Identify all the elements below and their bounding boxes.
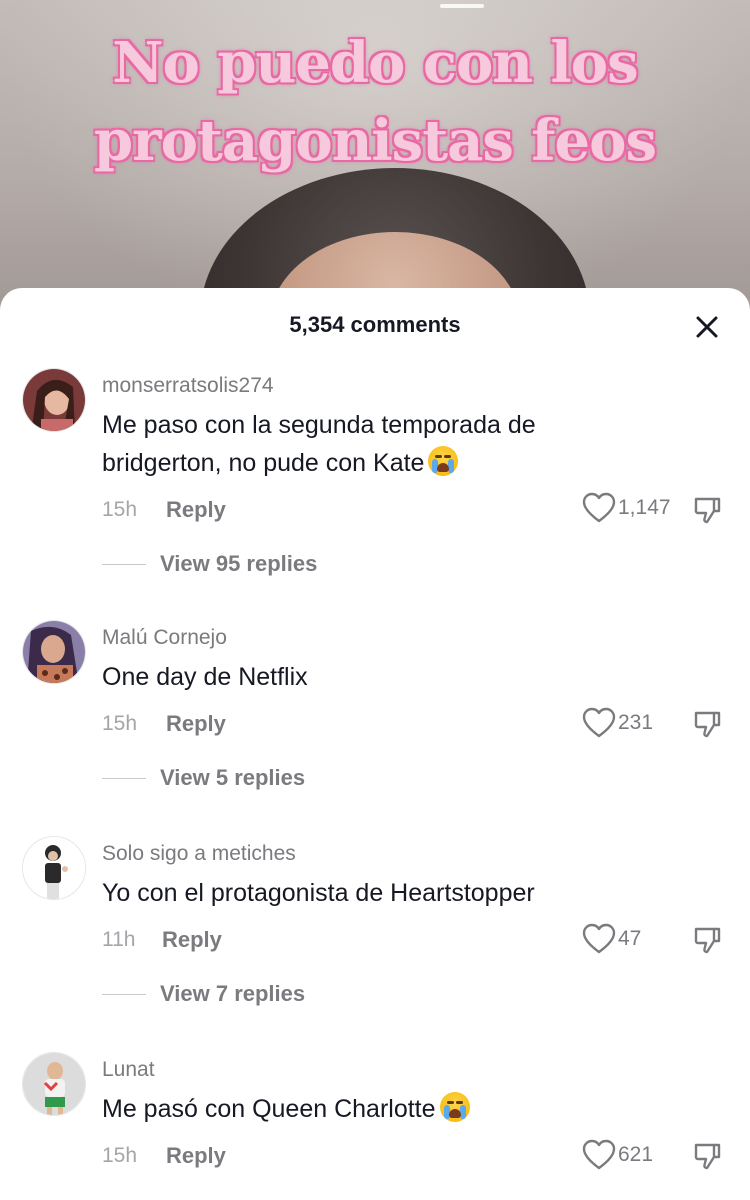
thumbs-down-icon bbox=[694, 497, 721, 524]
comment-time: 15h bbox=[102, 498, 138, 521]
comment-text-content: Me pasó con Queen Charlotte bbox=[102, 1095, 436, 1123]
like-button[interactable]: 621 bbox=[582, 1139, 653, 1171]
comments-count: 5,354 comments bbox=[289, 312, 461, 337]
video-caption-line-1: No puedo con los bbox=[112, 30, 638, 96]
dislike-button[interactable] bbox=[692, 495, 722, 525]
comment-username[interactable]: Malú Cornejo bbox=[102, 626, 227, 650]
avatar[interactable] bbox=[22, 620, 86, 684]
view-replies-label: View 95 replies bbox=[160, 551, 318, 576]
avatar[interactable] bbox=[22, 368, 86, 432]
heart-icon bbox=[582, 492, 616, 523]
dislike-button[interactable] bbox=[692, 1141, 722, 1171]
avatar-image bbox=[23, 369, 85, 431]
comment-text-content: One day de Netflix bbox=[102, 663, 308, 691]
like-count: 1,147 bbox=[618, 496, 671, 519]
close-button[interactable] bbox=[690, 310, 724, 344]
thumbs-down-icon bbox=[694, 1143, 721, 1170]
view-replies-button[interactable]: View 5 replies bbox=[102, 765, 305, 791]
comment-text: Yo con el protagonista de Heartstopper bbox=[102, 874, 662, 912]
view-replies-button[interactable]: View 95 replies bbox=[102, 551, 317, 577]
avatar[interactable] bbox=[22, 1052, 86, 1116]
avatar-image bbox=[23, 621, 85, 683]
heart-icon bbox=[582, 1139, 616, 1170]
comment-item: Lunat Me pasó con Queen Charlotte 15h Re… bbox=[0, 1052, 750, 1200]
avatar-image bbox=[23, 837, 85, 899]
view-replies-button[interactable]: View 7 replies bbox=[102, 981, 305, 1007]
comments-header: 5,354 comments bbox=[0, 288, 750, 362]
comment-text: One day de Netflix bbox=[102, 658, 662, 696]
comment-username[interactable]: monserratsolis274 bbox=[102, 374, 274, 398]
comment-username[interactable]: Lunat bbox=[102, 1058, 155, 1082]
reply-button[interactable]: Reply bbox=[166, 711, 226, 737]
comment-time: 11h bbox=[102, 928, 136, 951]
comment-time: 15h bbox=[102, 1144, 138, 1167]
divider bbox=[102, 777, 146, 779]
like-button[interactable]: 47 bbox=[582, 923, 641, 955]
loudly-crying-face-icon bbox=[439, 1092, 470, 1122]
avatar-image bbox=[23, 1053, 85, 1115]
view-replies-label: View 7 replies bbox=[160, 981, 306, 1006]
loudly-crying-face-icon bbox=[428, 446, 459, 476]
comment-text-content: Yo con el protagonista de Heartstopper bbox=[102, 879, 535, 907]
divider bbox=[102, 993, 146, 995]
thumbs-down-icon bbox=[694, 927, 721, 954]
like-count: 47 bbox=[618, 927, 642, 950]
comment-text: Me pasó con Queen Charlotte bbox=[102, 1090, 662, 1128]
comment-username[interactable]: Solo sigo a metiches bbox=[102, 842, 296, 866]
avatar[interactable] bbox=[22, 836, 86, 900]
divider bbox=[102, 563, 146, 565]
reply-button[interactable]: Reply bbox=[166, 1143, 226, 1169]
dislike-button[interactable] bbox=[692, 925, 722, 955]
comment-text-content: Me paso con la segunda temporada de brid… bbox=[102, 411, 536, 477]
reply-button[interactable]: Reply bbox=[162, 927, 222, 953]
comments-sheet: 5,354 comments monserratsolis274 Me paso… bbox=[0, 288, 750, 1200]
video-caption-line-2: protagonistas feos bbox=[94, 108, 657, 174]
comment-time: 15h bbox=[102, 712, 138, 735]
close-icon bbox=[696, 316, 718, 338]
comment-item: Malú Cornejo One day de Netflix 15h Repl… bbox=[0, 620, 750, 820]
dislike-button[interactable] bbox=[692, 709, 722, 739]
comment-item: Solo sigo a metiches Yo con el protagoni… bbox=[0, 836, 750, 1036]
like-button[interactable]: 231 bbox=[582, 707, 653, 739]
like-button[interactable]: 1,147 bbox=[582, 492, 671, 524]
comment-item: monserratsolis274 Me paso con la segunda… bbox=[0, 368, 750, 578]
comment-text: Me paso con la segunda temporada de brid… bbox=[102, 406, 662, 482]
thumbs-down-icon bbox=[694, 711, 721, 738]
drag-handle[interactable] bbox=[440, 4, 484, 8]
like-count: 621 bbox=[618, 1143, 654, 1166]
heart-icon bbox=[582, 707, 616, 738]
heart-icon bbox=[582, 923, 616, 954]
reply-button[interactable]: Reply bbox=[166, 497, 226, 523]
video-player[interactable]: No puedo con los protagonistas feos bbox=[0, 0, 750, 330]
view-replies-label: View 5 replies bbox=[160, 765, 306, 790]
like-count: 231 bbox=[618, 711, 654, 734]
